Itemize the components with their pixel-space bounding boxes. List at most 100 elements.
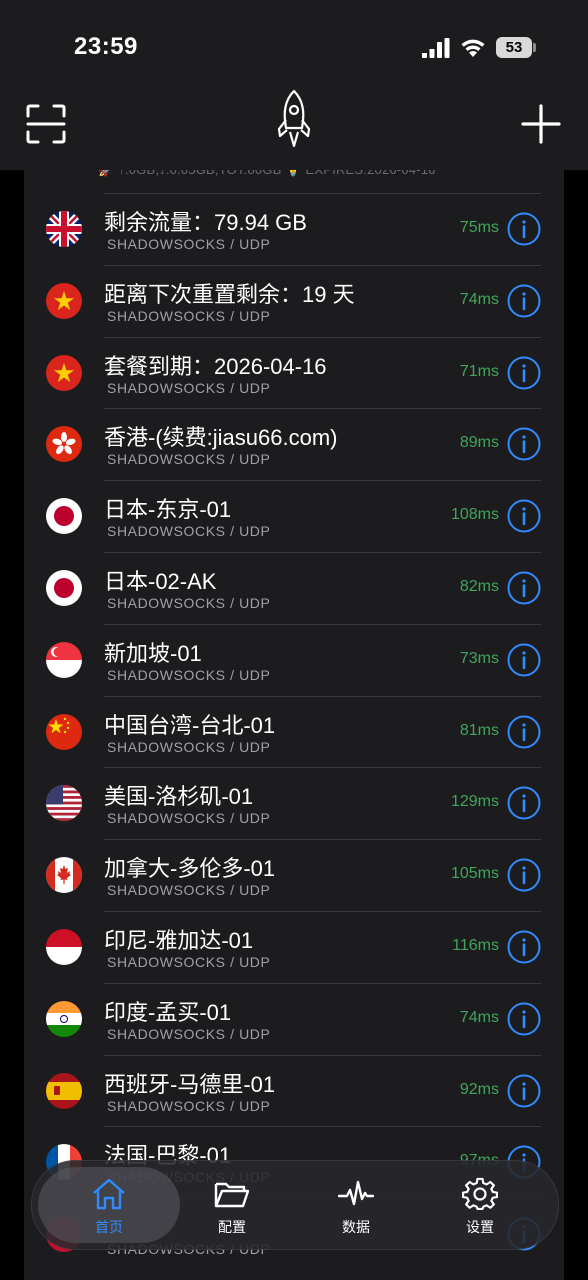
info-icon[interactable]: [507, 930, 541, 964]
server-protocol: SHADOWSOCKS / UDP: [107, 666, 271, 683]
server-protocol: SHADOWSOCKS / UDP: [107, 379, 271, 396]
row-separator: [104, 408, 541, 410]
server-row[interactable]: 套餐到期：2026-04-16 SHADOWSOCKS / UDP 71ms: [24, 336, 564, 409]
flag-vn-icon: [46, 282, 82, 319]
server-latency: 82ms: [459, 578, 499, 595]
server-row[interactable]: 印度-孟买-01 SHADOWSOCKS / UDP 74ms: [24, 982, 564, 1055]
flag-gb-icon: [46, 211, 82, 247]
server-latency: 71ms: [459, 362, 499, 380]
flag-hk-icon: [46, 426, 82, 463]
info-icon[interactable]: [507, 356, 541, 390]
server-protocol: SHADOWSOCKS / UDP: [107, 810, 271, 827]
flag-ca-icon: [46, 857, 82, 894]
server-row[interactable]: 印尼-雅加达-01 SHADOWSOCKS / UDP 116ms: [24, 911, 564, 983]
rocket-connect-icon[interactable]: [274, 88, 314, 152]
flag-us-icon: [46, 785, 82, 822]
info-icon[interactable]: [507, 1002, 541, 1036]
row-separator: [104, 552, 541, 553]
server-latency: 105ms: [450, 865, 499, 883]
server-row[interactable]: 中国台湾-台北-01 SHADOWSOCKS / UDP 81ms: [24, 695, 564, 768]
server-row[interactable]: 西班牙-马德里-01 SHADOWSOCKS / UDP 92ms: [24, 1054, 564, 1127]
top-bar: 23:59 53: [0, 0, 588, 170]
server-row[interactable]: 剩余流量：79.94 GB SHADOWSOCKS / UDP 75ms: [24, 193, 564, 265]
server-protocol: SHADOWSOCKS / UDP: [107, 236, 271, 252]
flag-cn-icon: [46, 713, 82, 750]
activity-icon: [338, 1180, 374, 1206]
row-separator: [104, 1054, 541, 1056]
flag-es-icon: [46, 1072, 82, 1109]
server-name: 美国-洛杉矶-01: [104, 784, 254, 810]
row-separator: [104, 1126, 541, 1128]
flag-vn-icon: [46, 354, 82, 391]
server-latency: 108ms: [450, 506, 499, 524]
gear-icon: [462, 1177, 498, 1210]
server-row[interactable]: 香港-(续费:jiasu66.com) SHADOWSOCKS / UDP 89ms: [24, 408, 564, 480]
info-icon[interactable]: [507, 284, 541, 318]
server-name: 日本-东京-01: [104, 497, 232, 523]
info-icon[interactable]: [507, 858, 541, 892]
server-name: 新加坡-01: [104, 640, 202, 666]
flag-in-icon: [46, 1000, 82, 1037]
server-name: 印尼-雅加达-01: [104, 928, 254, 953]
server-row[interactable]: 距离下次重置剩余：19 天 SHADOWSOCKS / UDP 74ms: [24, 264, 564, 337]
server-protocol: SHADOWSOCKS / UDP: [107, 1097, 271, 1114]
server-latency: 73ms: [459, 649, 499, 667]
info-icon[interactable]: [507, 571, 541, 605]
info-icon[interactable]: [507, 1074, 541, 1108]
flag-id-icon: [46, 929, 82, 965]
server-protocol: SHADOWSOCKS / UDP: [107, 1025, 271, 1042]
server-protocol: SHADOWSOCKS / UDP: [107, 307, 271, 324]
tab-config[interactable]: 配置: [177, 1161, 287, 1249]
row-separator: [104, 193, 541, 194]
info-icon[interactable]: [507, 715, 541, 749]
tab-label: 设置: [466, 1219, 494, 1235]
row-separator: [104, 623, 541, 625]
server-name: 套餐到期：2026-04-16: [104, 353, 327, 379]
server-row[interactable]: 新加坡-01 SHADOWSOCKS / UDP 73ms: [24, 623, 564, 696]
row-separator: [104, 767, 541, 769]
status-time: 23:59: [74, 33, 138, 60]
info-icon[interactable]: [507, 643, 541, 677]
server-latency: 74ms: [459, 1008, 499, 1026]
server-row[interactable]: 日本-02-AK SHADOWSOCKS / UDP 82ms: [24, 552, 564, 624]
tab-bar: 首页 配置 数据 设置: [31, 1160, 559, 1250]
battery-tip: [533, 43, 536, 52]
server-name: 香港-(续费:jiasu66.com): [104, 425, 338, 451]
server-name: 剩余流量：79.94 GB: [104, 210, 307, 235]
server-row[interactable]: 美国-洛杉矶-01 SHADOWSOCKS / UDP 129ms: [24, 767, 564, 839]
tab-settings[interactable]: 设置: [425, 1161, 535, 1249]
scan-qr-icon[interactable]: [26, 104, 66, 144]
flag-jp-icon: [46, 570, 82, 606]
add-server-icon[interactable]: [520, 103, 562, 145]
cellular-signal-icon: [422, 38, 450, 58]
server-protocol: SHADOWSOCKS / UDP: [107, 595, 271, 611]
server-name: 西班牙-马德里-01: [104, 1071, 276, 1097]
server-latency: 89ms: [459, 434, 499, 452]
server-latency: 75ms: [459, 219, 499, 236]
battery-level: 53: [496, 37, 532, 58]
server-protocol: SHADOWSOCKS / UDP: [107, 451, 271, 468]
house-icon: [93, 1178, 125, 1210]
tab-label: 数据: [342, 1219, 370, 1235]
info-icon[interactable]: [507, 786, 541, 820]
flag-jp-icon: [46, 498, 82, 535]
server-row[interactable]: 日本-东京-01 SHADOWSOCKS / UDP 108ms: [24, 480, 564, 552]
server-row[interactable]: 加拿大-多伦多-01 SHADOWSOCKS / UDP 105ms: [24, 839, 564, 911]
row-separator: [104, 264, 541, 266]
server-latency: 74ms: [459, 290, 499, 308]
row-separator: [104, 982, 541, 984]
tab-label: 配置: [218, 1219, 246, 1235]
info-icon[interactable]: [507, 212, 541, 246]
flag-sg-icon: [46, 641, 82, 678]
tab-data[interactable]: 数据: [301, 1161, 411, 1249]
info-icon[interactable]: [507, 499, 541, 533]
row-separator: [104, 336, 541, 338]
server-protocol: SHADOWSOCKS / UDP: [107, 882, 271, 899]
tab-home[interactable]: 首页: [54, 1161, 164, 1249]
row-separator: [104, 911, 541, 912]
tab-label: 首页: [95, 1219, 123, 1235]
info-icon[interactable]: [507, 427, 541, 461]
status-bar: 23:59 53: [0, 0, 588, 90]
wifi-icon: [461, 39, 485, 57]
server-latency: 129ms: [450, 793, 499, 811]
